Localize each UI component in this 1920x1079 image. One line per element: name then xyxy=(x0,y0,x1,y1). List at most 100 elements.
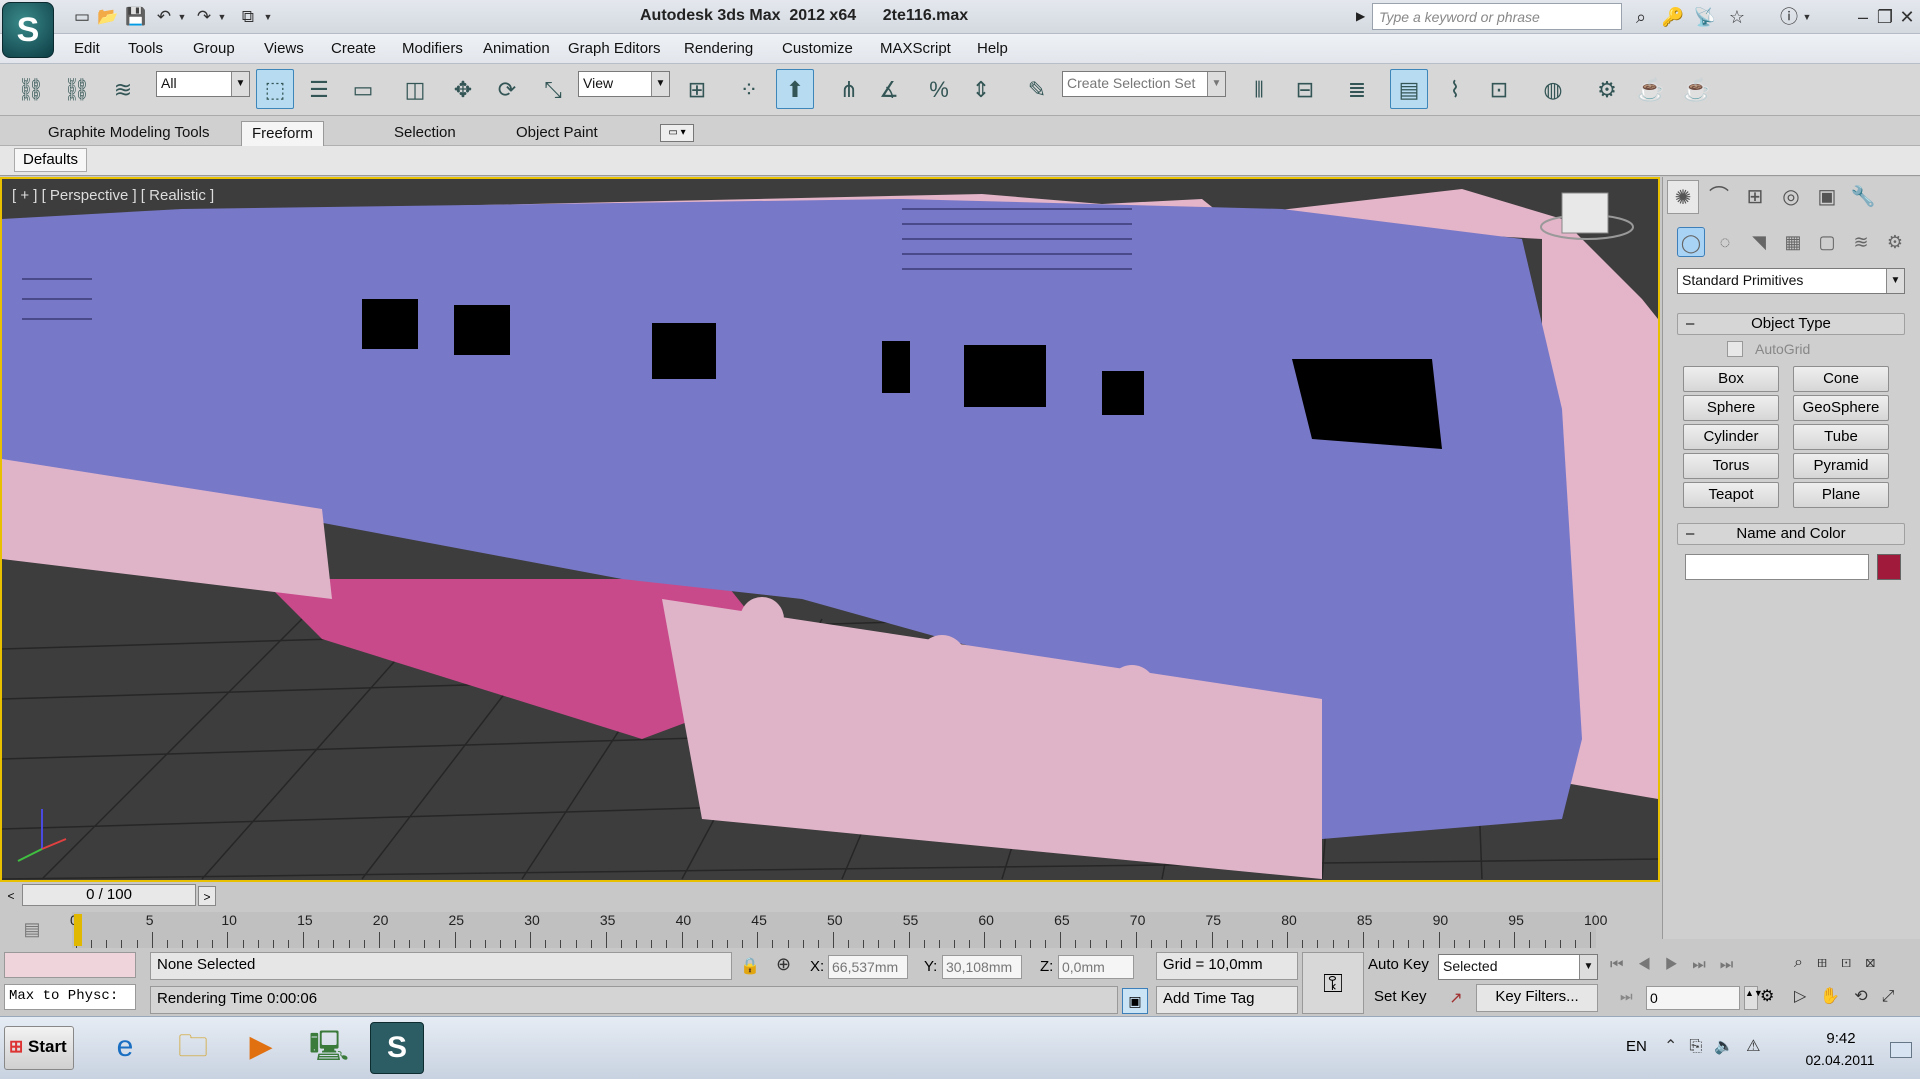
auto-key-button[interactable]: Auto Key xyxy=(1368,956,1429,973)
pivot-center-icon[interactable]: ⊞ xyxy=(678,69,716,109)
key-filters-button[interactable]: Key Filters... xyxy=(1476,984,1598,1012)
transform-mode-icon[interactable]: ⊕ xyxy=(776,954,791,975)
system-tray-icons[interactable]: ⌃⎘🔈⚠ xyxy=(1664,1036,1794,1056)
redo-icon[interactable]: ↷ xyxy=(192,5,216,29)
mirror-icon[interactable]: ⫴ xyxy=(1240,69,1278,109)
select-and-move-icon[interactable]: ✥ xyxy=(444,69,482,109)
pyramid-button[interactable]: Pyramid xyxy=(1793,453,1889,479)
internet-explorer-icon[interactable]: e xyxy=(98,1022,152,1074)
playback-controls[interactable]: ⏮◀▶⏭⏭ xyxy=(1610,956,1810,973)
redo-dropdown-icon[interactable]: ▼ xyxy=(216,5,228,29)
current-frame-field[interactable]: 0 xyxy=(1646,986,1740,1010)
reference-coordinate-dropdown[interactable]: View ▼ xyxy=(578,71,670,97)
slider-prev-icon[interactable]: < xyxy=(2,886,20,906)
key-mode-toggle-icon[interactable]: ⏭ xyxy=(1620,988,1633,1005)
create-panel-icon[interactable]: ✺ xyxy=(1667,180,1699,214)
display-panel-icon[interactable]: ▣ xyxy=(1811,180,1843,214)
time-configuration-icon[interactable]: ⚙ xyxy=(1760,986,1774,1006)
keyboard-shortcut-override-icon[interactable]: ⬆ xyxy=(776,69,814,109)
viewport-navigation-top[interactable]: ⌕⊞⊡⊠ xyxy=(1794,954,1920,972)
save-file-icon[interactable]: 💾 xyxy=(124,5,148,29)
select-by-name-icon[interactable]: ☰ xyxy=(300,69,338,109)
file-explorer-icon[interactable]: 🗀 xyxy=(166,1022,220,1074)
object-color-swatch[interactable] xyxy=(1877,554,1901,580)
percent-snap-icon[interactable]: % xyxy=(920,69,958,109)
rendered-frame-window-icon[interactable]: ☕ xyxy=(1632,69,1670,109)
manipulate-icon[interactable]: ⁘ xyxy=(730,69,768,109)
spinner-snap-icon[interactable]: ⇕ xyxy=(962,69,1000,109)
remote-desktop-icon[interactable]: 🖳 xyxy=(302,1022,356,1074)
media-player-icon[interactable]: ▶ xyxy=(234,1022,288,1074)
frame-spinner[interactable]: ▲▼ xyxy=(1744,986,1763,1010)
material-editor-icon[interactable]: ◍ xyxy=(1534,69,1572,109)
menu-group[interactable]: Group xyxy=(193,40,235,57)
track-bar[interactable]: 0510152025303540455055606570758085909510… xyxy=(70,912,1607,948)
curve-editor-icon[interactable]: ⌇ xyxy=(1436,69,1474,109)
subscription-icon[interactable]: 🔑 xyxy=(1660,4,1686,30)
render-production-icon[interactable]: ☕ xyxy=(1678,69,1716,109)
named-selection-sets-dropdown[interactable]: Create Selection Set ▼ xyxy=(1062,71,1226,97)
help-dropdown-icon[interactable]: ▼ xyxy=(1800,4,1814,30)
sphere-button[interactable]: Sphere xyxy=(1683,395,1779,421)
slider-next-icon[interactable]: > xyxy=(198,886,216,906)
default-in-out-tangent-icon[interactable]: ↗ xyxy=(1442,986,1470,1012)
start-button[interactable]: ⊞ Start xyxy=(4,1026,74,1070)
communication-center-icon[interactable]: 📡 xyxy=(1692,4,1718,30)
select-and-rotate-icon[interactable]: ⟳ xyxy=(488,69,526,109)
selection-filter-dropdown[interactable]: All ▼ xyxy=(156,71,250,97)
tab-freeform[interactable]: Freeform xyxy=(241,121,324,146)
graphite-modeling-toggle-icon[interactable]: ▤ xyxy=(1390,69,1428,109)
plane-button[interactable]: Plane xyxy=(1793,482,1889,508)
new-file-icon[interactable]: ▭ xyxy=(70,5,94,29)
schematic-view-icon[interactable]: ⊡ xyxy=(1480,69,1518,109)
show-desktop-icon[interactable] xyxy=(1890,1042,1912,1058)
angle-snap-icon[interactable]: ∡ xyxy=(870,69,908,109)
tab-selection[interactable]: Selection xyxy=(384,121,466,146)
tab-object-paint[interactable]: Object Paint xyxy=(506,121,608,146)
bind-to-space-warp-icon[interactable]: ≋ xyxy=(104,69,142,109)
viewport-navigation-bottom[interactable]: ▷✋⟲⤢ xyxy=(1794,986,1920,1006)
menu-tools[interactable]: Tools xyxy=(128,40,163,57)
project-folder-icon[interactable]: ⧉ xyxy=(236,5,260,29)
close-window-icon[interactable]: ✕ xyxy=(1894,4,1920,30)
layer-manager-icon[interactable]: ≣ xyxy=(1338,69,1376,109)
geometry-icon[interactable]: ◯ xyxy=(1677,227,1705,257)
language-indicator[interactable]: EN xyxy=(1626,1038,1647,1055)
menu-create[interactable]: Create xyxy=(331,40,376,57)
mini-curve-editor-icon[interactable]: ▤ xyxy=(14,912,50,946)
menu-help[interactable]: Help xyxy=(977,40,1008,57)
edit-named-selection-icon[interactable]: ✎ xyxy=(1018,69,1056,109)
motion-panel-icon[interactable]: ◎ xyxy=(1775,180,1807,214)
clock-time[interactable]: 9:42 xyxy=(1806,1030,1876,1047)
current-frame-marker[interactable] xyxy=(74,914,82,946)
menu-animation[interactable]: Animation xyxy=(483,40,550,57)
menu-customize[interactable]: Customize xyxy=(782,40,853,57)
systems-icon[interactable]: ⚙ xyxy=(1881,227,1909,257)
ribbon-options-dropdown[interactable]: ▭ ▾ xyxy=(660,124,694,142)
favorites-star-icon[interactable]: ☆ xyxy=(1724,4,1750,30)
box-button[interactable]: Box xyxy=(1683,366,1779,392)
time-slider[interactable]: 0 / 100 xyxy=(22,884,196,906)
teapot-button[interactable]: Teapot xyxy=(1683,482,1779,508)
z-coordinate-field[interactable]: 0,0mm xyxy=(1058,955,1134,979)
tab-graphite-modeling-tools[interactable]: Graphite Modeling Tools xyxy=(38,121,219,146)
menu-edit[interactable]: Edit xyxy=(74,40,100,57)
utilities-panel-icon[interactable]: 🔧 xyxy=(1847,180,1879,214)
lock-selection-icon[interactable]: 🔒 xyxy=(740,956,760,976)
tube-button[interactable]: Tube xyxy=(1793,424,1889,450)
autogrid-checkbox[interactable] xyxy=(1727,341,1743,357)
quick-access-dropdown-icon[interactable]: ▼ xyxy=(262,5,274,29)
cylinder-button[interactable]: Cylinder xyxy=(1683,424,1779,450)
application-button[interactable]: S xyxy=(2,2,54,58)
x-coordinate-field[interactable]: 66,537mm xyxy=(828,955,908,979)
menu-rendering[interactable]: Rendering xyxy=(684,40,753,57)
undo-icon[interactable]: ↶ xyxy=(152,5,176,29)
select-object-icon[interactable]: ⬚ xyxy=(256,69,294,109)
unlink-selection-icon[interactable]: ⛓ xyxy=(58,69,96,109)
geosphere-button[interactable]: GeoSphere xyxy=(1793,395,1889,421)
search-expand-icon[interactable]: ▶ xyxy=(1356,9,1365,23)
modify-panel-icon[interactable]: ⌒ xyxy=(1703,180,1735,214)
cameras-icon[interactable]: ▦ xyxy=(1779,227,1807,257)
add-time-tag-button[interactable]: Add Time Tag xyxy=(1156,986,1298,1014)
shapes-icon[interactable]: ◌ xyxy=(1711,227,1739,257)
